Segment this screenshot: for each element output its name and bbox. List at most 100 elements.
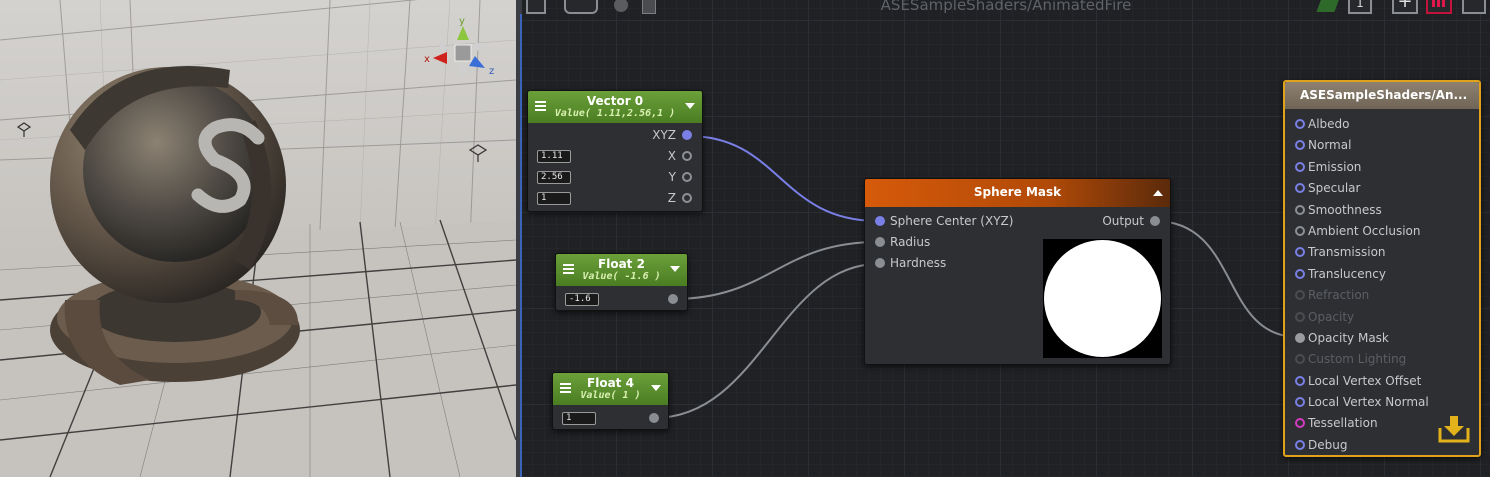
input-port[interactable] <box>1295 268 1305 279</box>
material-preview[interactable]: y x z <box>0 0 516 477</box>
port-label: Y <box>668 170 676 184</box>
float2-header[interactable]: Float 2 Value( -1.6 ) <box>556 254 687 286</box>
float4-node[interactable]: Float 4 Value( 1 ) 1 <box>552 372 669 430</box>
value-field[interactable]: 1 <box>562 412 596 425</box>
value-field-x[interactable]: 1.11 <box>537 150 571 163</box>
input-port[interactable] <box>1295 375 1305 386</box>
port-label: Specular <box>1308 181 1361 196</box>
float4-header[interactable]: Float 4 Value( 1 ) <box>553 373 668 405</box>
menu-icon[interactable] <box>560 383 571 393</box>
output-port-row: Local Vertex Offset <box>1285 371 1479 392</box>
input-port[interactable] <box>1295 439 1305 450</box>
port-label: Debug <box>1308 437 1348 452</box>
output-port-row: Emission <box>1285 157 1479 178</box>
value-field-y[interactable]: 2.56 <box>537 171 571 184</box>
input-port[interactable] <box>1295 140 1305 151</box>
sphere-mask-header[interactable]: Sphere Mask <box>865 179 1170 207</box>
chevron-down-icon[interactable] <box>685 103 695 109</box>
output-port-row: Normal <box>1285 135 1479 156</box>
output-port-row: Translucency <box>1285 264 1479 285</box>
output-port-y[interactable] <box>682 172 692 182</box>
output-port-row: Local Vertex Normal <box>1285 392 1479 413</box>
chevron-down-icon[interactable] <box>670 266 680 272</box>
input-port[interactable] <box>1295 311 1305 322</box>
input-port[interactable] <box>1295 418 1305 429</box>
node-title: Vector 0 <box>586 94 644 108</box>
port-label: Opacity Mask <box>1308 330 1389 345</box>
output-port-x[interactable] <box>682 151 692 161</box>
port-label: Tessellation <box>1308 416 1378 431</box>
input-port[interactable] <box>1295 354 1305 365</box>
node-title: Float 2 <box>598 257 645 271</box>
port-label: Ambient Occlusion <box>1308 223 1421 238</box>
input-port[interactable] <box>1295 332 1305 343</box>
node-subtitle: Value( 1.11,2.56,1 ) <box>554 108 676 119</box>
input-port[interactable] <box>1295 290 1305 301</box>
vector0-node[interactable]: Vector 0 Value( 1.11,2.56,1 ) XYZ 1.11 X… <box>527 90 703 212</box>
input-port[interactable] <box>1295 119 1305 129</box>
output-port[interactable] <box>668 294 678 304</box>
sphere-mask-node[interactable]: Sphere Mask Sphere Center (XYZ) Output R… <box>864 178 1171 365</box>
input-port[interactable] <box>1295 225 1305 236</box>
output-port-row: Ambient Occlusion <box>1285 221 1479 242</box>
output-port-row: Opacity Mask <box>1285 328 1479 349</box>
output-port-z[interactable] <box>682 193 692 203</box>
output-port-list: Albedo Normal Emission Specular Smoothness Am… <box>1285 109 1479 456</box>
toolbar-add-button[interactable]: + <box>1392 0 1418 14</box>
port-label: Transmission <box>1308 245 1386 260</box>
port-label: Local Vertex Normal <box>1308 395 1429 410</box>
chevron-up-icon[interactable] <box>1153 190 1163 196</box>
port-row-value: 1 <box>553 408 668 429</box>
port-label: Local Vertex Offset <box>1308 373 1422 388</box>
chevron-down-icon[interactable] <box>651 385 661 391</box>
port-row-x: 1.11 X <box>528 146 702 167</box>
port-row-xyz: XYZ <box>528 125 702 146</box>
gizmo-z-label: z <box>489 66 495 77</box>
output-header[interactable]: ASESampleShaders/An... <box>1285 82 1479 109</box>
port-label: Z <box>667 191 676 205</box>
toolbar-grid-icon[interactable] <box>1426 0 1452 14</box>
node-title: Sphere Mask <box>973 185 1062 199</box>
value-field-z[interactable]: 1 <box>537 192 571 205</box>
node-title: ASESampleShaders/An... <box>1300 88 1468 102</box>
port-label: Translucency <box>1308 266 1386 281</box>
input-port[interactable] <box>1295 247 1305 258</box>
port-label: Sphere Center (XYZ) <box>890 214 1014 228</box>
toolbar-button-settings[interactable] <box>1462 0 1486 14</box>
gizmo-x-label: x <box>424 54 430 65</box>
node-subtitle: Value( -1.6 ) <box>582 271 661 282</box>
menu-icon[interactable] <box>563 264 574 274</box>
gizmo-y-label: y <box>459 16 465 27</box>
port-label: Normal <box>1308 138 1352 153</box>
input-port-hardness[interactable] <box>875 258 885 268</box>
input-port-sphere-center[interactable] <box>875 216 885 226</box>
port-row-y: 2.56 Y <box>528 167 702 188</box>
input-port-radius[interactable] <box>875 237 885 247</box>
output-port[interactable] <box>649 413 659 423</box>
port-label: Albedo <box>1308 117 1350 131</box>
output-port-xyz[interactable] <box>682 130 692 140</box>
port-row-sphere-center: Sphere Center (XYZ) Output <box>865 211 1170 232</box>
float2-node[interactable]: Float 2 Value( -1.6 ) -1.6 <box>555 253 688 311</box>
output-node[interactable]: ASESampleShaders/An... Albedo Normal Emiss… <box>1283 80 1481 457</box>
input-port[interactable] <box>1295 397 1305 408</box>
vector0-header[interactable]: Vector 0 Value( 1.11,2.56,1 ) <box>528 91 702 123</box>
value-field[interactable]: -1.6 <box>565 293 599 306</box>
menu-icon[interactable] <box>535 101 546 111</box>
output-port[interactable] <box>1150 216 1160 226</box>
output-port-row: Smoothness <box>1285 200 1479 221</box>
save-download-icon[interactable] <box>1437 414 1471 444</box>
input-port[interactable] <box>1295 204 1305 215</box>
port-label: Output <box>1102 214 1144 228</box>
port-label: Hardness <box>890 256 947 270</box>
port-label: Smoothness <box>1308 202 1382 217</box>
output-port-row: Specular <box>1285 178 1479 199</box>
port-label: Radius <box>890 235 931 249</box>
orientation-gizmo-icon[interactable] <box>425 18 495 83</box>
port-row-z: 1 Z <box>528 188 702 209</box>
output-port-row: Transmission <box>1285 242 1479 263</box>
input-port[interactable] <box>1295 183 1305 194</box>
input-port[interactable] <box>1295 161 1305 172</box>
output-port-row: Albedo <box>1285 114 1479 135</box>
port-label: Custom Lighting <box>1308 352 1407 367</box>
